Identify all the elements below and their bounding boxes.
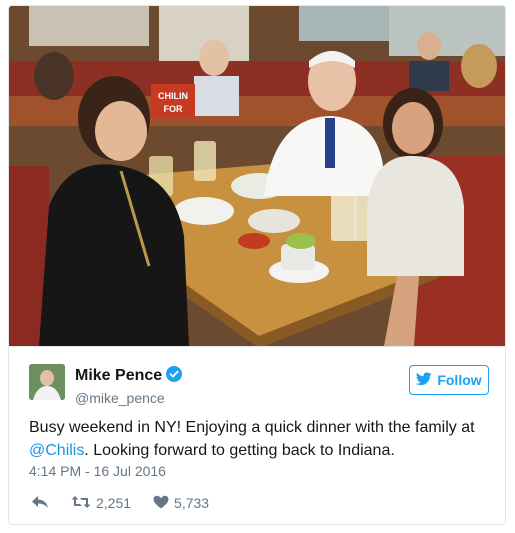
tweet-actions: 2,251 5,733 xyxy=(31,492,231,514)
sign-text-2: FOR xyxy=(164,104,183,114)
sign-text-1: CHILIN xyxy=(158,91,188,101)
retweet-button[interactable]: 2,251 xyxy=(71,495,131,512)
tweet-text: Busy weekend in NY! Enjoying a quick din… xyxy=(29,416,489,462)
tweet-photo[interactable]: CHILIN FOR xyxy=(9,6,505,347)
retweet-count: 2,251 xyxy=(96,495,132,511)
reply-button[interactable] xyxy=(31,495,49,512)
tweet-timestamp[interactable]: 4:14 PM - 16 Jul 2016 xyxy=(29,463,166,479)
reply-icon xyxy=(31,495,49,512)
retweet-icon xyxy=(71,495,91,512)
restaurant-photo: CHILIN FOR xyxy=(9,6,505,346)
follow-button[interactable]: Follow xyxy=(409,365,489,395)
verified-badge-icon xyxy=(166,366,183,387)
like-button[interactable]: 5,733 xyxy=(153,495,209,512)
follow-label: Follow xyxy=(437,372,482,388)
tweet-card: CHILIN FOR Mike Pence @mike_pence Follow… xyxy=(8,5,506,525)
tweet-text-part-1: Busy weekend in NY! Enjoying a quick din… xyxy=(29,419,475,436)
tweet-text-part-2: . Looking forward to getting back to Ind… xyxy=(84,442,395,459)
avatar[interactable] xyxy=(29,364,65,400)
user-info[interactable]: Mike Pence @mike_pence xyxy=(75,366,183,406)
mention-link[interactable]: @Chilis xyxy=(29,442,84,459)
display-name[interactable]: Mike Pence xyxy=(75,367,162,384)
like-count: 5,733 xyxy=(174,495,210,511)
tweet-header: Mike Pence @mike_pence Follow xyxy=(29,364,489,406)
user-handle[interactable]: @mike_pence xyxy=(75,390,182,406)
twitter-bird-icon xyxy=(416,371,432,389)
heart-icon xyxy=(153,495,169,512)
